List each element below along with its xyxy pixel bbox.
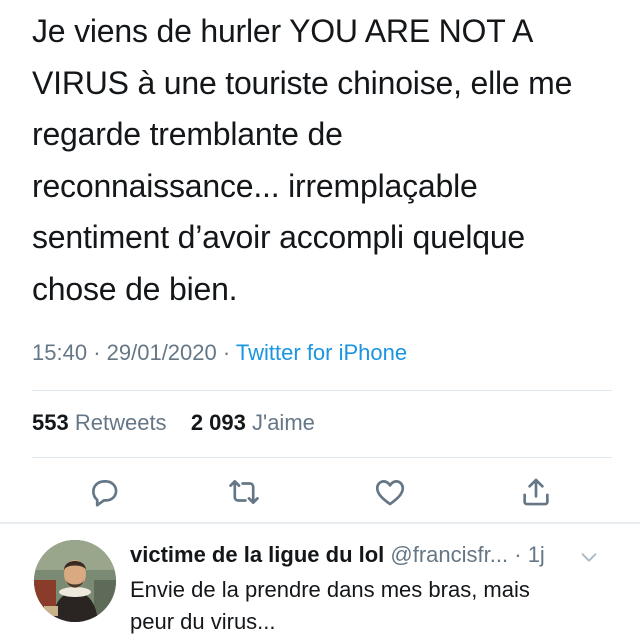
reply-tweet[interactable]: victime de la ligue du lol @francisfr...…: [0, 524, 640, 640]
like-icon: [375, 480, 405, 506]
action-bar: [0, 472, 640, 512]
tweet-source-link[interactable]: Twitter for iPhone: [236, 340, 407, 365]
tweet-stats: 553 Retweets 2 093 J'aime: [32, 410, 315, 436]
likes-stat[interactable]: 2 093 J'aime: [191, 410, 315, 435]
divider: [32, 390, 612, 391]
reply-separator: ·: [514, 542, 522, 567]
retweet-button[interactable]: [224, 472, 264, 512]
likes-count: 2 093: [190, 410, 246, 435]
meta-separator: ·: [93, 340, 101, 365]
reply-header: victime de la ligue du lol @francisfr...…: [130, 542, 545, 568]
tweet-meta: 15:40 · 29/01/2020 · Twitter for iPhone: [32, 340, 407, 366]
retweets-stat[interactable]: 553 Retweets: [32, 410, 173, 435]
like-button[interactable]: [370, 472, 410, 512]
tweet-date[interactable]: 29/01/2020: [107, 340, 217, 365]
reply-menu-button[interactable]: [578, 546, 600, 568]
reply-age: 1j: [527, 542, 545, 567]
avatar-portrait-image: [34, 540, 116, 622]
reply-author-handle[interactable]: @francisfr...: [390, 542, 508, 567]
divider: [32, 457, 612, 458]
share-button[interactable]: [516, 472, 556, 512]
share-icon: [523, 478, 549, 506]
reply-author-name[interactable]: victime de la ligue du lol: [130, 542, 384, 567]
chevron-down-icon: [581, 553, 597, 562]
reply-text: Envie de la prendre dans mes bras, mais …: [130, 577, 530, 634]
retweets-label: Retweets: [74, 410, 167, 435]
meta-separator: ·: [222, 340, 231, 365]
retweets-count: 553: [32, 410, 69, 435]
retweet-icon: [229, 480, 259, 504]
likes-label: J'aime: [252, 410, 315, 435]
avatar[interactable]: [34, 540, 116, 622]
reply-icon: [92, 480, 118, 507]
tweet-text: Je viens de hurler YOU ARE NOT A VIRUS à…: [32, 13, 573, 307]
reply-button[interactable]: [84, 472, 124, 512]
tweet-time[interactable]: 15:40: [32, 340, 87, 365]
